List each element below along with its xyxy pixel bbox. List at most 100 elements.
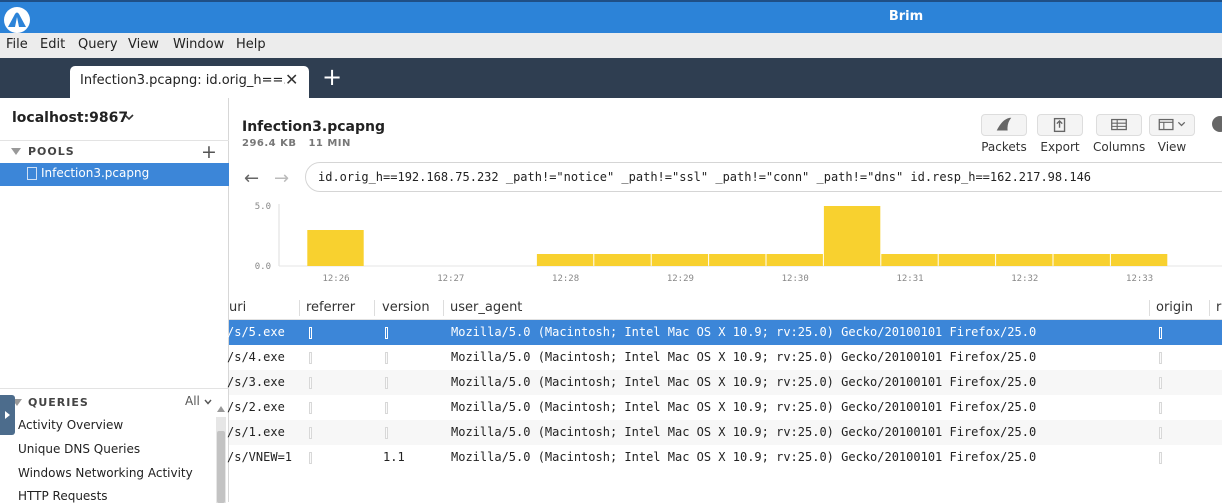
empty-value-marker xyxy=(385,402,388,414)
empty-value-marker xyxy=(309,327,312,339)
table-row[interactable]: /s/VNEW=1 1.1 Mozilla/5.0 (Macintosh; Inte… xyxy=(227,445,1222,470)
tab-infection3[interactable]: Infection3.pcapng: id.orig_h==... ✕ xyxy=(70,66,309,98)
empty-value-marker xyxy=(385,427,388,439)
column-header-origin[interactable]: origin xyxy=(1156,300,1193,315)
chevron-down-icon[interactable] xyxy=(204,398,212,406)
empty-value-marker xyxy=(309,402,312,414)
queries-filter[interactable]: All xyxy=(185,394,200,408)
query-item[interactable]: Windows Networking Activity xyxy=(18,466,193,480)
column-header-r[interactable]: r xyxy=(1216,300,1221,315)
chevron-right-icon xyxy=(5,411,10,419)
file-meta: 296.4 KB 11 MIN xyxy=(242,138,351,149)
columns-label: Columns xyxy=(1093,140,1146,154)
columns-button[interactable]: Columns xyxy=(1093,114,1145,154)
y-tick-label: 5.0 xyxy=(255,202,271,212)
table-row[interactable]: /s/3.exe Mozilla/5.0 (Macintosh; Intel Ma… xyxy=(227,370,1222,395)
histogram-bar xyxy=(307,230,364,266)
table-row[interactable]: /s/1.exe Mozilla/5.0 (Macintosh; Intel Ma… xyxy=(227,420,1222,445)
empty-value-marker xyxy=(1159,352,1162,364)
cell-version: 1.1 xyxy=(383,450,405,464)
file-icon xyxy=(27,167,37,180)
close-tab-icon[interactable]: ✕ xyxy=(285,70,298,89)
empty-value-marker xyxy=(1159,427,1162,439)
menu-file[interactable]: File xyxy=(6,37,28,52)
packets-button[interactable]: Packets xyxy=(981,114,1027,154)
query-item[interactable]: Activity Overview xyxy=(18,418,123,432)
menu-bar: File Edit Query View Window Help xyxy=(0,33,1222,58)
histogram-bar xyxy=(536,254,594,266)
column-divider[interactable] xyxy=(299,300,300,316)
x-tick-label: 12:28 xyxy=(552,274,579,284)
table-row[interactable]: /s/5.exe Mozilla/5.0 (Macintosh; Intel Ma… xyxy=(227,320,1222,345)
tab-label: Infection3.pcapng: id.orig_h==... xyxy=(80,73,285,88)
search-bar[interactable] xyxy=(305,162,1222,192)
column-divider[interactable] xyxy=(443,300,444,316)
forward-arrow-icon[interactable]: → xyxy=(274,168,289,189)
y-tick-label: 0.0 xyxy=(255,262,271,272)
menu-window[interactable]: Window xyxy=(173,37,224,52)
host-selector[interactable]: localhost:9867 xyxy=(12,110,128,126)
sidebar-toggle-handle[interactable] xyxy=(0,395,15,435)
more-options-icon[interactable] xyxy=(1212,116,1222,132)
scroll-up-arrow-icon[interactable] xyxy=(217,406,225,412)
column-divider[interactable] xyxy=(374,300,375,316)
table-row[interactable]: /s/2.exe Mozilla/5.0 (Macintosh; Intel Ma… xyxy=(227,395,1222,420)
cell-uri: /s/VNEW=1 xyxy=(227,450,293,464)
histogram-bar xyxy=(1053,254,1110,266)
cell-user-agent: Mozilla/5.0 (Macintosh; Intel Mac OS X 1… xyxy=(451,450,1037,464)
queries-scrollbar[interactable] xyxy=(216,417,226,503)
search-input[interactable] xyxy=(318,168,1198,186)
window-title: Brim xyxy=(888,9,924,24)
results-table: uri referrer version user_agent origin r… xyxy=(227,296,1222,502)
column-header-referrer[interactable]: referrer xyxy=(306,300,355,315)
queries-panel: QUERIES All Activity Overview Unique DNS… xyxy=(0,388,229,503)
histogram-bar xyxy=(996,254,1053,266)
empty-value-marker xyxy=(1159,402,1162,414)
menu-help[interactable]: Help xyxy=(236,37,266,52)
histogram-bar xyxy=(823,206,881,266)
table-row[interactable]: /s/4.exe Mozilla/5.0 (Macintosh; Intel Ma… xyxy=(227,345,1222,370)
add-pool-button[interactable]: + xyxy=(201,141,217,163)
pools-header[interactable]: POOLS + xyxy=(0,140,229,163)
query-item[interactable]: Unique DNS Queries xyxy=(18,442,140,456)
export-button[interactable]: Export xyxy=(1037,114,1083,154)
column-divider[interactable] xyxy=(1149,300,1150,316)
view-button[interactable]: View xyxy=(1149,114,1195,154)
title-bar: Brim xyxy=(0,0,1222,33)
column-header-version[interactable]: version xyxy=(382,300,430,315)
histogram-bar xyxy=(594,254,651,266)
menu-query[interactable]: Query xyxy=(78,37,118,52)
histogram-bar xyxy=(938,254,996,266)
x-tick-label: 12:29 xyxy=(667,274,694,284)
pool-item-label: Infection3.pcapng xyxy=(41,166,150,180)
column-divider[interactable] xyxy=(1209,300,1210,316)
cell-uri: /s/4.exe xyxy=(227,350,285,364)
histogram-bar xyxy=(881,254,938,266)
menu-view[interactable]: View xyxy=(128,37,159,52)
cell-user-agent: Mozilla/5.0 (Macintosh; Intel Mac OS X 1… xyxy=(451,350,1037,364)
cell-user-agent: Mozilla/5.0 (Macintosh; Intel Mac OS X 1… xyxy=(451,325,1037,339)
x-tick-label: 12:32 xyxy=(1011,274,1038,284)
cell-user-agent: Mozilla/5.0 (Macintosh; Intel Mac OS X 1… xyxy=(451,400,1037,414)
menu-edit[interactable]: Edit xyxy=(40,37,65,52)
table-header: uri referrer version user_agent origin r xyxy=(229,296,1222,320)
tab-bar: Infection3.pcapng: id.orig_h==... ✕ + xyxy=(0,58,1222,98)
histogram-chart[interactable]: 5.0 0.0 12:26 12:27 12:28 12:29 12:30 12:31 12:3… xyxy=(229,202,1222,294)
query-item[interactable]: HTTP Requests xyxy=(18,489,108,503)
back-arrow-icon[interactable]: ← xyxy=(244,168,259,189)
column-header-uri[interactable]: uri xyxy=(229,300,246,315)
new-tab-button[interactable]: + xyxy=(322,65,342,89)
x-tick-label: 12:31 xyxy=(896,274,923,284)
page-title: Infection3.pcapng xyxy=(242,119,385,135)
column-header-user-agent[interactable]: user_agent xyxy=(450,300,522,315)
export-icon xyxy=(1053,117,1066,133)
collapse-triangle-icon[interactable] xyxy=(11,148,21,155)
empty-value-marker xyxy=(385,377,388,389)
sidebar: localhost:9867 POOLS + Infection3.pcapng… xyxy=(0,98,229,503)
pools-title: POOLS xyxy=(28,145,75,158)
chevron-down-icon[interactable] xyxy=(124,112,134,122)
histogram-bar xyxy=(1110,254,1168,266)
pool-item-infection3[interactable]: Infection3.pcapng xyxy=(0,163,229,186)
empty-value-marker xyxy=(309,452,312,464)
scrollbar-thumb[interactable] xyxy=(217,431,225,503)
